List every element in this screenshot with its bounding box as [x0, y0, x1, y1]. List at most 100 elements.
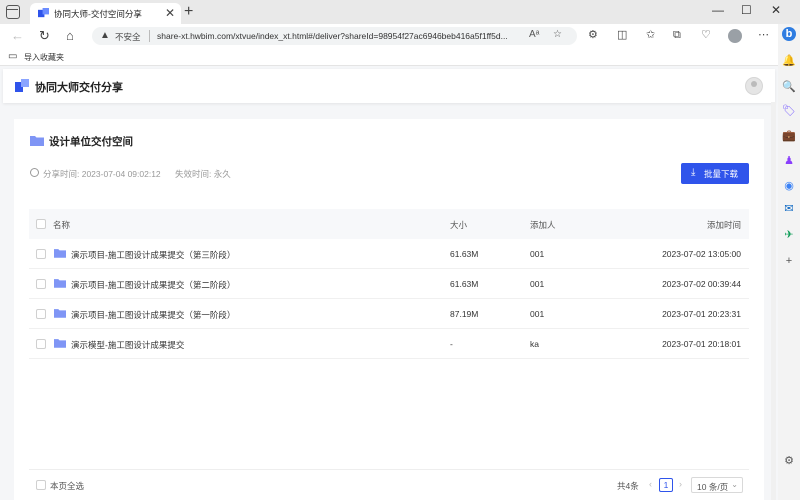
column-name[interactable]: 名称 [53, 219, 70, 231]
row-time: 2023-07-01 20:18:01 [662, 339, 741, 349]
minimize-button[interactable]: — [712, 2, 724, 18]
brand-logo-icon [15, 79, 29, 92]
outlook-icon[interactable]: ✉ [782, 202, 796, 216]
user-avatar[interactable] [745, 77, 763, 95]
row-time: 2023-07-02 00:39:44 [662, 279, 741, 289]
batch-download-button[interactable]: ⤓ 批量下载 [681, 163, 749, 184]
share-card: 设计单位交付空间 分享时间: 2023-07-04 09:02:12 失效时间:… [14, 119, 764, 500]
more-menu-icon[interactable]: ⋯ [758, 29, 769, 42]
browser-essentials-icon[interactable]: ♡ [701, 29, 711, 42]
folder-icon [54, 309, 66, 318]
page-size-label: 10 条/页 [697, 482, 729, 492]
back-icon[interactable]: ← [11, 28, 24, 43]
row-time: 2023-07-01 20:23:31 [662, 309, 741, 319]
row-name[interactable]: 演示项目-施工图设计成果提交（第三阶段） [71, 249, 235, 261]
tab-actions-icon[interactable] [6, 5, 20, 19]
drop-icon[interactable]: ✈ [782, 228, 796, 242]
row-name[interactable]: 演示模型-施工图设计成果提交 [71, 339, 184, 351]
next-page-icon[interactable]: › [679, 479, 682, 489]
row-size: 87.19M [450, 309, 479, 319]
tab-title: 协同大师-交付空间分享 [54, 9, 142, 19]
url-divider [149, 30, 150, 42]
total-count: 共4条 [617, 481, 639, 491]
collections-icon[interactable]: ⧉ [673, 29, 681, 42]
add-app-icon[interactable]: + [782, 254, 796, 268]
folder-icon [54, 249, 66, 258]
folder-icon [54, 339, 66, 348]
favorite-star-icon[interactable]: ☆ [553, 29, 562, 40]
browser-tab-bar: 协同大师-交付空间分享 ✕ + — ☐ ✕ [0, 0, 800, 24]
profile-avatar[interactable] [728, 29, 742, 43]
edge-sidebar: b 🔔 🔍 🏷 💼 ♟ ◉ ✉ ✈ + ⚙ [778, 24, 800, 500]
folder-icon [54, 279, 66, 288]
row-adder: 001 [530, 279, 545, 289]
split-screen-icon[interactable]: ◫ [617, 29, 627, 42]
prev-page-icon[interactable]: ‹ [649, 479, 652, 489]
sidebar-settings-icon[interactable]: ⚙ [782, 454, 796, 468]
page-number-current[interactable]: 1 [659, 478, 673, 492]
browser-tab[interactable]: 协同大师-交付空间分享 ✕ [30, 3, 181, 24]
close-window-button[interactable]: ✕ [771, 2, 781, 18]
select-page-checkbox[interactable] [36, 480, 46, 490]
address-bar[interactable]: ▲ 不安全 share-xt.hwbim.com/xtvue/index_xt.… [92, 27, 577, 45]
tools-briefcase-icon[interactable]: 💼 [782, 129, 796, 143]
folder-icon [30, 136, 44, 146]
page: 协同大师交付分享 设计单位交付空间 分享时间: 2023-07-04 09:02… [0, 66, 778, 500]
row-checkbox[interactable] [36, 339, 46, 349]
expire-time: 失效时间: 永久 [175, 169, 231, 179]
column-size[interactable]: 大小 [450, 219, 467, 231]
table-row[interactable]: 演示项目-施工图设计成果提交（第二阶段） 61.63M 001 2023-07-… [29, 269, 749, 299]
select-page-label[interactable]: 本页全选 [50, 480, 84, 492]
new-tab-button[interactable]: + [184, 3, 193, 21]
security-label[interactable]: 不安全 [115, 31, 141, 43]
site-favicon-icon [38, 8, 49, 18]
address-toolbar: ← ↻ ⌂ ▲ 不安全 share-xt.hwbim.com/xtvue/ind… [0, 24, 778, 48]
read-aloud-icon[interactable]: Aᵃ [529, 29, 539, 40]
space-title: 设计单位交付空间 [49, 136, 133, 148]
refresh-icon[interactable]: ↻ [39, 28, 50, 43]
tab-close-icon[interactable]: ✕ [165, 6, 175, 20]
url-text[interactable]: share-xt.hwbim.com/xtvue/index_xt.html#/… [157, 31, 519, 41]
row-checkbox[interactable] [36, 279, 46, 289]
maximize-button[interactable]: ☐ [741, 2, 752, 18]
download-icon: ⤓ [691, 167, 696, 178]
column-adder[interactable]: 添加人 [530, 219, 556, 231]
notification-bell-icon[interactable]: 🔔 [782, 54, 796, 68]
select-all-header-checkbox[interactable] [36, 219, 46, 229]
column-time[interactable]: 添加时间 [707, 219, 741, 231]
batch-download-label: 批量下载 [704, 169, 739, 179]
row-adder: 001 [530, 249, 545, 259]
row-checkbox[interactable] [36, 249, 46, 259]
footer-divider [29, 469, 749, 470]
row-name[interactable]: 演示项目-施工图设计成果提交（第二阶段） [71, 279, 235, 291]
chevron-down-icon: ⌄ [731, 480, 738, 489]
games-icon[interactable]: ♟ [782, 154, 796, 168]
brand-title: 协同大师交付分享 [35, 82, 123, 94]
home-icon[interactable]: ⌂ [66, 28, 74, 43]
shopping-tag-icon[interactable]: 🏷 [782, 104, 796, 118]
favorites-icon[interactable]: ✩ [646, 29, 655, 42]
import-favorites-icon: ▭ [8, 51, 18, 62]
row-size: 61.63M [450, 249, 479, 259]
share-time: 分享时间: 2023-07-04 09:02:12 [43, 169, 161, 179]
import-favorites-link[interactable]: 导入收藏夹 [24, 52, 64, 63]
clock-icon [30, 168, 39, 177]
row-size: - [450, 339, 453, 349]
table-row[interactable]: 演示项目-施工图设计成果提交（第一阶段） 87.19M 001 2023-07-… [29, 299, 749, 329]
extensions-icon[interactable]: ⚙ [588, 29, 598, 42]
copilot-icon[interactable]: b [782, 27, 796, 41]
row-checkbox[interactable] [36, 309, 46, 319]
row-name[interactable]: 演示项目-施工图设计成果提交（第一阶段） [71, 309, 235, 321]
page-size-select[interactable]: 10 条/页 ⌄ [691, 477, 743, 493]
row-adder: 001 [530, 309, 545, 319]
search-icon[interactable]: 🔍 [782, 80, 796, 94]
favorites-bar: ▭ 导入收藏夹 [0, 48, 778, 66]
table-header: 名称 大小 添加人 添加时间 [29, 209, 749, 239]
warning-icon[interactable]: ▲ [100, 30, 110, 41]
table-row[interactable]: 演示模型-施工图设计成果提交 - ka 2023-07-01 20:18:01 [29, 329, 749, 359]
row-time: 2023-07-02 13:05:00 [662, 249, 741, 259]
table-row[interactable]: 演示项目-施工图设计成果提交（第三阶段） 61.63M 001 2023-07-… [29, 239, 749, 269]
page-scrollbar[interactable] [771, 102, 776, 500]
microsoft-365-icon[interactable]: ◉ [782, 179, 796, 193]
row-size: 61.63M [450, 279, 479, 289]
